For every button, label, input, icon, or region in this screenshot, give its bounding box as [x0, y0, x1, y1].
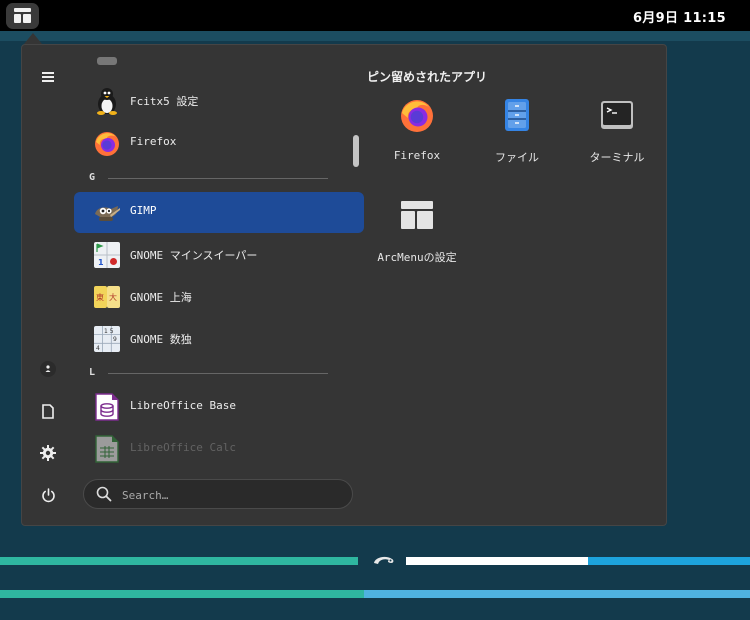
app-item-gnome-mines[interactable]: 1 GNOME マインスイーパー — [74, 235, 364, 275]
app-item-label: LibreOffice Base — [130, 399, 236, 412]
svg-text:大: 大 — [109, 292, 117, 302]
arcmenu-settings-icon — [401, 201, 433, 229]
menu-pointer — [24, 33, 42, 44]
pinned-app-terminal[interactable]: ターミナル — [567, 91, 667, 181]
pinned-app-label: ターミナル — [589, 151, 645, 164]
arcmenu-panel: Fcitx5 設定 Firefox G GIMP 1 GNOME マインスイーパ… — [21, 44, 667, 526]
pinned-app-label: ファイル — [495, 151, 539, 164]
list-item[interactable] — [74, 57, 364, 77]
app-list-scrollbar[interactable] — [353, 135, 359, 167]
app-item-gnome-sudoku[interactable]: 1 5 4 9 GNOME 数独 — [74, 319, 364, 359]
app-item-gimp[interactable]: GIMP — [74, 192, 364, 233]
app-item-libreoffice-calc[interactable]: LibreOffice Calc — [74, 429, 364, 465]
pinned-app-label: Firefox — [393, 149, 441, 162]
top-panel: 6月9日 11:15 — [0, 0, 750, 31]
app-item-label: GNOME 上海 — [130, 291, 192, 304]
hamburger-menu-icon — [42, 72, 54, 82]
arcmenu-layout-icon — [14, 8, 31, 23]
pinned-app-files[interactable]: ファイル — [467, 91, 567, 181]
app-item-label: LibreOffice Calc — [130, 441, 236, 454]
app-item-label: Fcitx5 設定 — [130, 95, 199, 108]
search-icon — [96, 486, 112, 502]
app-item-label: GNOME マインスイーパー — [130, 249, 258, 262]
settings-gear-icon — [40, 445, 56, 461]
group-divider — [108, 178, 328, 179]
svg-text:東: 東 — [96, 292, 104, 302]
app-item-label: GIMP — [130, 204, 157, 217]
terminal-icon — [601, 101, 633, 129]
group-header-l: L — [89, 367, 96, 378]
group-header-g: G — [89, 172, 96, 183]
firefox-icon — [401, 100, 433, 132]
svg-text:1 5: 1 5 — [104, 328, 114, 335]
hamburger-menu-button[interactable] — [39, 68, 57, 86]
search-input[interactable] — [120, 486, 344, 504]
sudoku-icon: 1 5 4 9 — [94, 326, 120, 352]
power-icon — [41, 487, 55, 502]
svg-text:1: 1 — [98, 258, 104, 267]
opensuse-chameleon-icon — [374, 556, 394, 564]
app-icon — [97, 57, 117, 65]
clock[interactable]: 6月9日 11:15 — [633, 7, 726, 26]
app-item-libreoffice-base[interactable]: LibreOffice Base — [74, 387, 364, 427]
libreoffice-base-icon — [95, 393, 119, 421]
power-button[interactable] — [39, 486, 57, 504]
wallpaper-stripe — [0, 557, 358, 565]
desktop-background — [0, 31, 750, 41]
user-avatar-button[interactable] — [39, 360, 57, 378]
app-item-fcitx5[interactable]: Fcitx5 設定 — [74, 81, 364, 121]
documents-button[interactable] — [39, 402, 57, 420]
wallpaper-stripe — [406, 557, 588, 565]
app-item-label: GNOME 数独 — [130, 333, 192, 346]
pinned-apps-title: ピン留めされたアプリ — [367, 70, 488, 84]
svg-text:4: 4 — [96, 345, 100, 352]
settings-button[interactable] — [39, 444, 57, 462]
files-icon — [505, 99, 529, 131]
mahjongg-icon: 東 大 — [94, 286, 120, 308]
app-item-label: Firefox — [130, 135, 177, 148]
wallpaper-stripe — [364, 590, 750, 598]
pinned-app-firefox[interactable]: Firefox — [367, 91, 467, 181]
app-list[interactable]: Fcitx5 設定 Firefox G GIMP 1 GNOME マインスイーパ… — [74, 57, 364, 465]
documents-icon — [42, 403, 54, 419]
gimp-icon — [95, 206, 120, 221]
wallpaper-stripe — [0, 590, 364, 598]
mines-icon: 1 — [94, 242, 120, 268]
pinned-app-label: ArcMenuの設定 — [377, 251, 457, 264]
search-box[interactable] — [83, 479, 353, 509]
svg-text:9: 9 — [113, 336, 117, 343]
group-divider — [108, 373, 328, 374]
user-avatar-icon — [40, 361, 56, 377]
libreoffice-calc-icon — [95, 435, 119, 463]
app-item-gnome-mahjongg[interactable]: 東 大 GNOME 上海 — [74, 277, 364, 317]
app-item-firefox[interactable]: Firefox — [74, 123, 364, 163]
wallpaper-stripe — [588, 557, 750, 565]
tux-penguin-icon — [97, 88, 117, 115]
arcmenu-button[interactable] — [6, 3, 39, 29]
firefox-icon — [95, 132, 119, 156]
pinned-app-arcmenu-settings[interactable]: ArcMenuの設定 — [367, 191, 467, 281]
